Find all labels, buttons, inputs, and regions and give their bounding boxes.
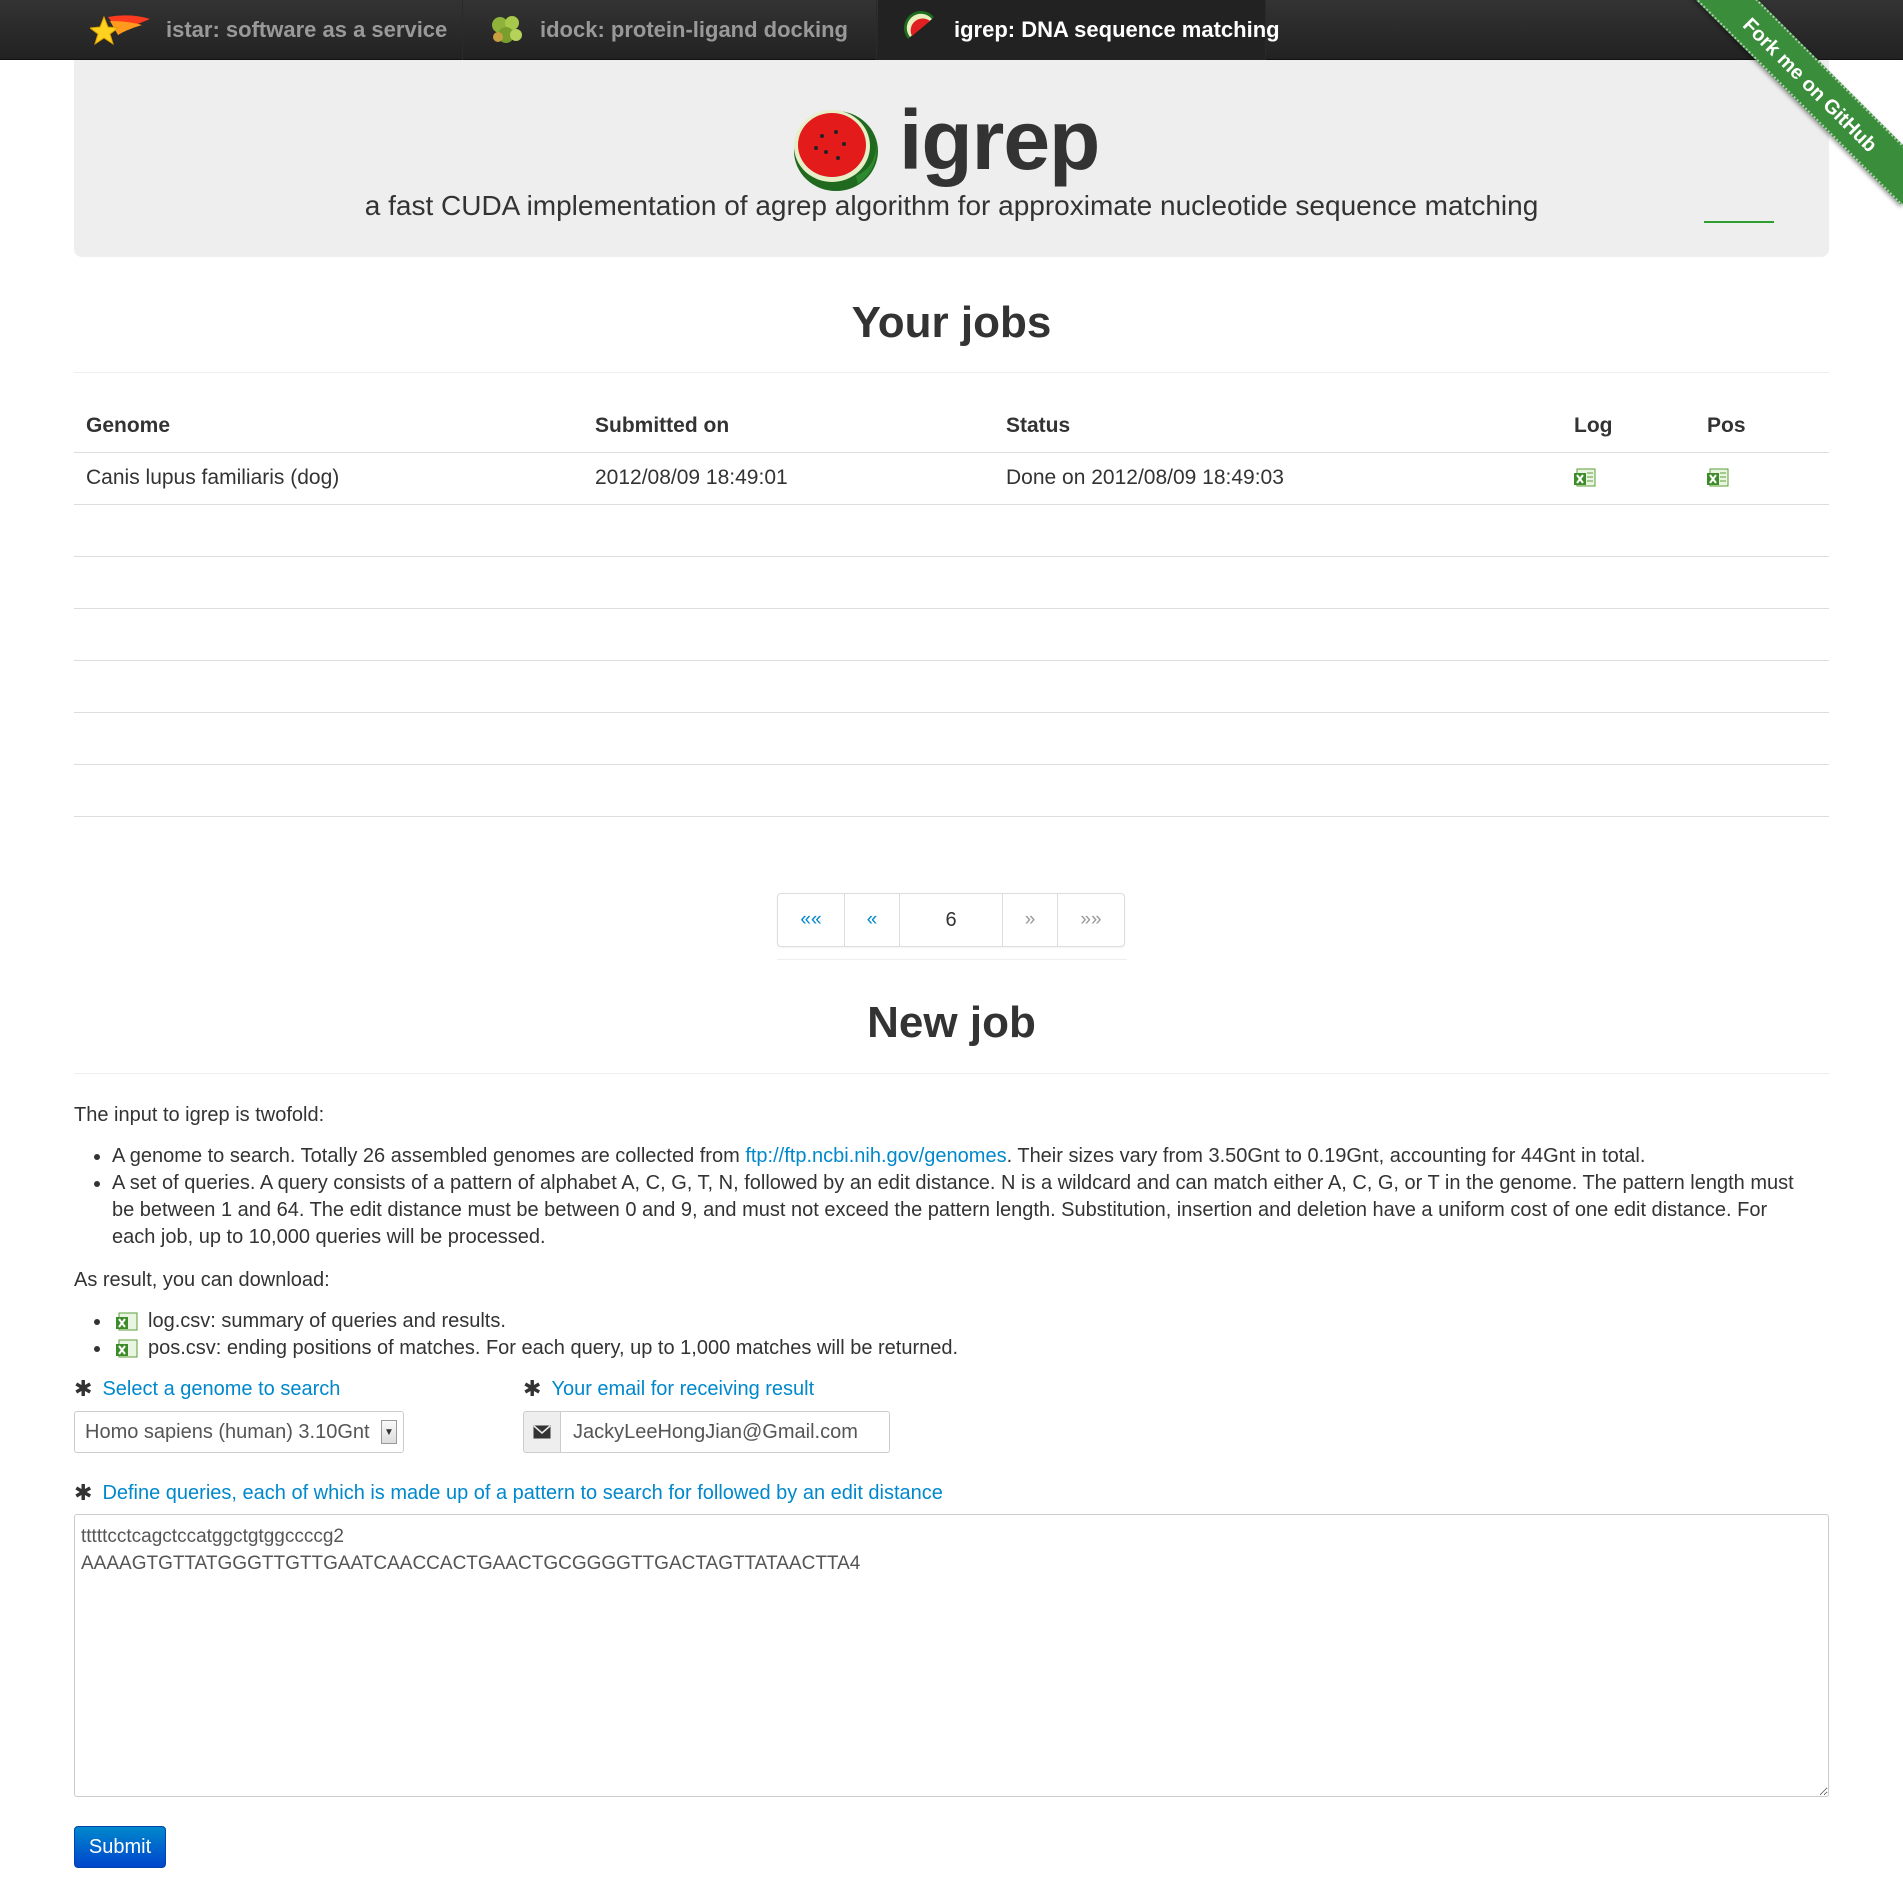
- pos-csv-description: pos.csv: ending positions of matches. Fo…: [148, 1337, 959, 1359]
- submit-button[interactable]: Submit: [74, 1826, 166, 1868]
- email-label: ✱ Your email for receiving result: [523, 1376, 814, 1402]
- genome-select[interactable]: Homo sapiens (human) 3.10Gnt ▼: [74, 1411, 404, 1453]
- table-row-empty: [74, 503, 1829, 556]
- input-description-list: A genome to search. Totally 26 assembled…: [112, 1143, 1812, 1251]
- divider: [777, 959, 1127, 960]
- table-row: Canis lupus familiaris (dog) 2012/08/09 …: [74, 451, 1829, 504]
- email-label-text: Your email for receiving result: [551, 1377, 815, 1400]
- nav-tab-istar-label: istar: software as a service: [166, 17, 448, 42]
- job-submitted: 2012/08/09 18:49:01: [583, 451, 994, 504]
- hero-unit: igrep a fast CUDA implementation of agre…: [74, 60, 1829, 257]
- column-header-status: Status: [994, 400, 1562, 453]
- genome-label: ✱ Select a genome to search: [74, 1376, 340, 1402]
- shooting-star-icon: [88, 11, 150, 49]
- table-header-row: Genome Submitted on Status Log Pos: [74, 400, 1829, 453]
- log-download-excel-icon[interactable]: [1574, 468, 1596, 488]
- required-asterisk-icon: ✱: [74, 1480, 93, 1505]
- excel-icon: [116, 1339, 138, 1359]
- list-item: pos.csv: ending positions of matches. Fo…: [112, 1335, 1812, 1362]
- genome-description-text: A genome to search. Totally 26 assembled…: [112, 1145, 746, 1167]
- queries-textarea[interactable]: tttttcctcagctccatggctgtggccccg2 AAAAGTGT…: [74, 1514, 1829, 1797]
- result-intro-text: As result, you can download:: [74, 1269, 330, 1291]
- email-input-group: [523, 1411, 890, 1453]
- pagination: «« « » »»: [777, 893, 1125, 947]
- nav-tab-igrep-label: igrep: DNA sequence matching: [954, 17, 1280, 42]
- excel-icon: [116, 1312, 138, 1332]
- list-item: A genome to search. Totally 26 assembled…: [112, 1143, 1812, 1170]
- last-page-button[interactable]: »»: [1058, 894, 1124, 946]
- next-page-button[interactable]: »: [1003, 894, 1058, 946]
- column-header-submitted: Submitted on: [583, 400, 994, 453]
- genome-label-text: Select a genome to search: [102, 1377, 341, 1400]
- divider: [74, 372, 1829, 373]
- required-asterisk-icon: ✱: [74, 1376, 93, 1401]
- table-row-empty: [74, 711, 1829, 764]
- job-log-cell: [1562, 451, 1695, 504]
- queries-label: ✱ Define queries, each of which is made …: [74, 1480, 943, 1506]
- job-status: Done on 2012/08/09 18:49:03: [994, 451, 1562, 504]
- table-row-empty: [74, 659, 1829, 712]
- page-subtitle: a fast CUDA implementation of agrep algo…: [364, 190, 1539, 221]
- column-header-genome: Genome: [74, 400, 583, 453]
- genome-description-tail: . Their sizes vary from 3.50Gnt to 0.19G…: [1006, 1145, 1646, 1167]
- queries-label-text: Define queries, each of which is made up…: [102, 1481, 943, 1504]
- first-page-button[interactable]: ««: [778, 894, 845, 946]
- list-item: A set of queries. A query consists of a …: [112, 1170, 1812, 1251]
- page-number-field[interactable]: [900, 894, 1003, 946]
- email-field[interactable]: [561, 1411, 890, 1453]
- envelope-icon: [523, 1411, 561, 1453]
- table-row-empty: [74, 555, 1829, 608]
- queries-description-text: A set of queries. A query consists of a …: [112, 1172, 1794, 1248]
- divider: [74, 1073, 1829, 1074]
- intro-text: The input to igrep is twofold:: [74, 1104, 325, 1126]
- list-item: log.csv: summary of queries and results.: [112, 1308, 1812, 1335]
- page-title: igrep: [899, 93, 1100, 187]
- table-row-empty: [74, 607, 1829, 660]
- table-row-empty: [74, 763, 1829, 817]
- new-job-heading: New job: [867, 998, 1036, 1047]
- top-navbar: istar: software as a service idock: prot…: [0, 0, 1903, 60]
- nav-tab-istar[interactable]: istar: software as a service: [66, 0, 463, 60]
- job-pos-cell: [1695, 451, 1829, 504]
- page-number-input[interactable]: [900, 894, 1002, 946]
- github-ribbon[interactable]: Fork me on GitHub: [1683, 0, 1903, 220]
- watermelon-icon: [902, 10, 940, 49]
- decorative-underline: [1704, 221, 1774, 223]
- genome-select-value: Homo sapiens (human) 3.10Gnt: [85, 1420, 370, 1443]
- jobs-heading: Your jobs: [851, 298, 1052, 347]
- watermelon-logo-icon: [786, 96, 886, 196]
- molecule-icon: [488, 11, 526, 49]
- nav-tab-idock-label: idock: protein-ligand docking: [540, 17, 848, 42]
- job-genome: Canis lupus familiaris (dog): [74, 451, 583, 504]
- column-header-log: Log: [1562, 400, 1695, 453]
- jobs-table: Genome Submitted on Status Log Pos Canis…: [74, 400, 1829, 817]
- pos-download-excel-icon[interactable]: [1707, 468, 1729, 488]
- column-header-pos: Pos: [1695, 400, 1829, 453]
- fork-me-link[interactable]: Fork me on GitHub: [1689, 0, 1903, 206]
- log-csv-description: log.csv: summary of queries and results.: [148, 1310, 506, 1332]
- prev-page-button[interactable]: «: [845, 894, 900, 946]
- required-asterisk-icon: ✱: [523, 1376, 542, 1401]
- dropdown-arrow-icon[interactable]: ▼: [381, 1420, 397, 1444]
- download-list: log.csv: summary of queries and results.…: [112, 1308, 1812, 1362]
- nav-tab-idock[interactable]: idock: protein-ligand docking: [464, 0, 877, 60]
- nav-tab-igrep[interactable]: igrep: DNA sequence matching: [878, 0, 1280, 60]
- ncbi-genomes-link[interactable]: ftp://ftp.ncbi.nih.gov/genomes: [745, 1145, 1006, 1167]
